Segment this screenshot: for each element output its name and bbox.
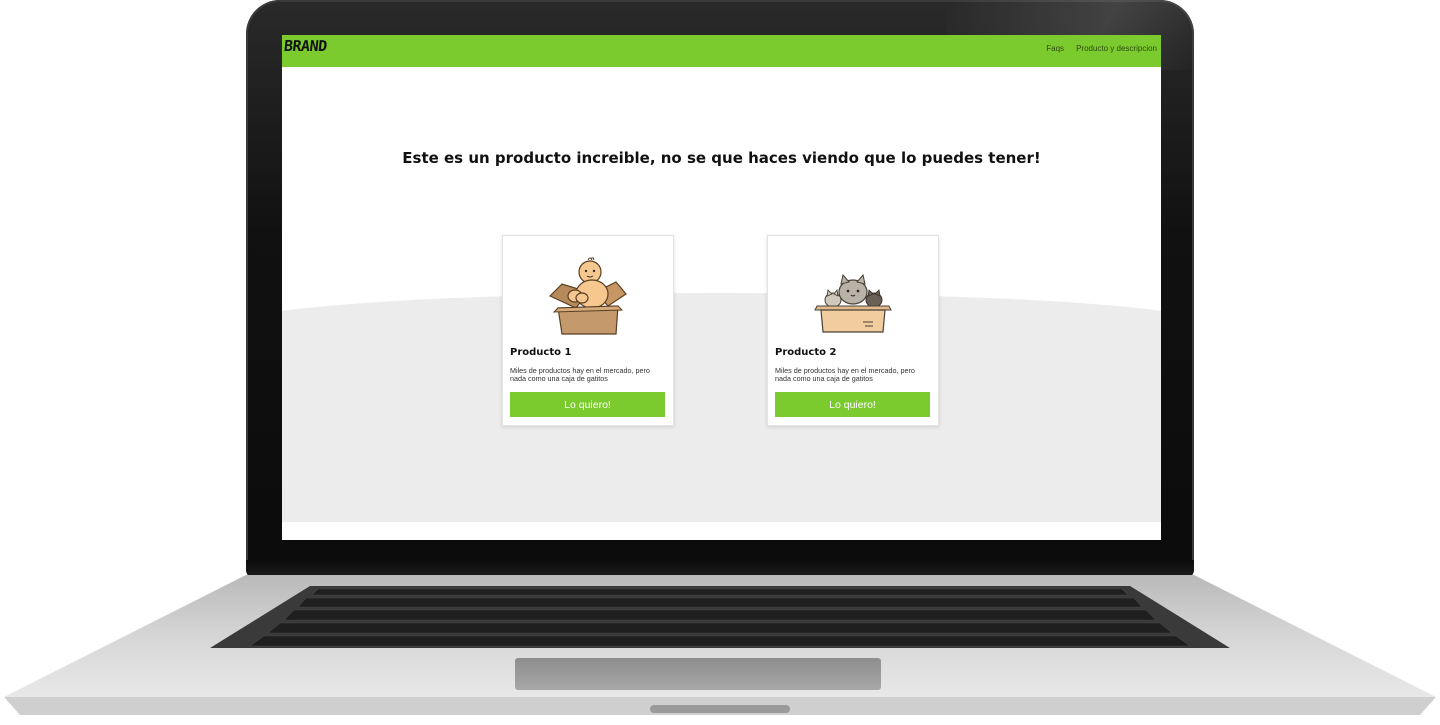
baby-in-box-illustration bbox=[538, 248, 638, 338]
product-title: Producto 1 bbox=[510, 347, 572, 358]
product-description: Miles de productos hay en el mercado, pe… bbox=[510, 366, 650, 383]
navbar: BRAND Faqs Producto y descripcion bbox=[282, 35, 1161, 67]
product-title: Producto 2 bbox=[775, 347, 837, 358]
buy-button-2[interactable]: Lo quiero! bbox=[775, 392, 930, 417]
nav-link-producto[interactable]: Producto y descripcion bbox=[1076, 44, 1157, 53]
product-description: Miles de productos hay en el mercado, pe… bbox=[775, 366, 915, 383]
cats-in-box-illustration bbox=[803, 248, 903, 338]
bottom-strip bbox=[282, 522, 1161, 540]
product-card-1: Producto 1 Miles de productos hay en el … bbox=[502, 235, 674, 426]
nav-links: Faqs Producto y descripcion bbox=[1046, 44, 1157, 53]
product-card-2: Producto 2 Miles de productos hay en el … bbox=[767, 235, 939, 426]
buy-button-1[interactable]: Lo quiero! bbox=[510, 392, 665, 417]
trackpad bbox=[515, 658, 881, 690]
laptop-screen: BRAND Faqs Producto y descripcion Este e… bbox=[282, 35, 1161, 540]
hero-title: Este es un producto increible, no se que… bbox=[402, 149, 1041, 167]
brand-logo[interactable]: BRAND bbox=[283, 37, 328, 55]
keyboard bbox=[210, 584, 1230, 650]
nav-link-faqs[interactable]: Faqs bbox=[1046, 44, 1064, 53]
background-wave bbox=[282, 293, 1161, 533]
